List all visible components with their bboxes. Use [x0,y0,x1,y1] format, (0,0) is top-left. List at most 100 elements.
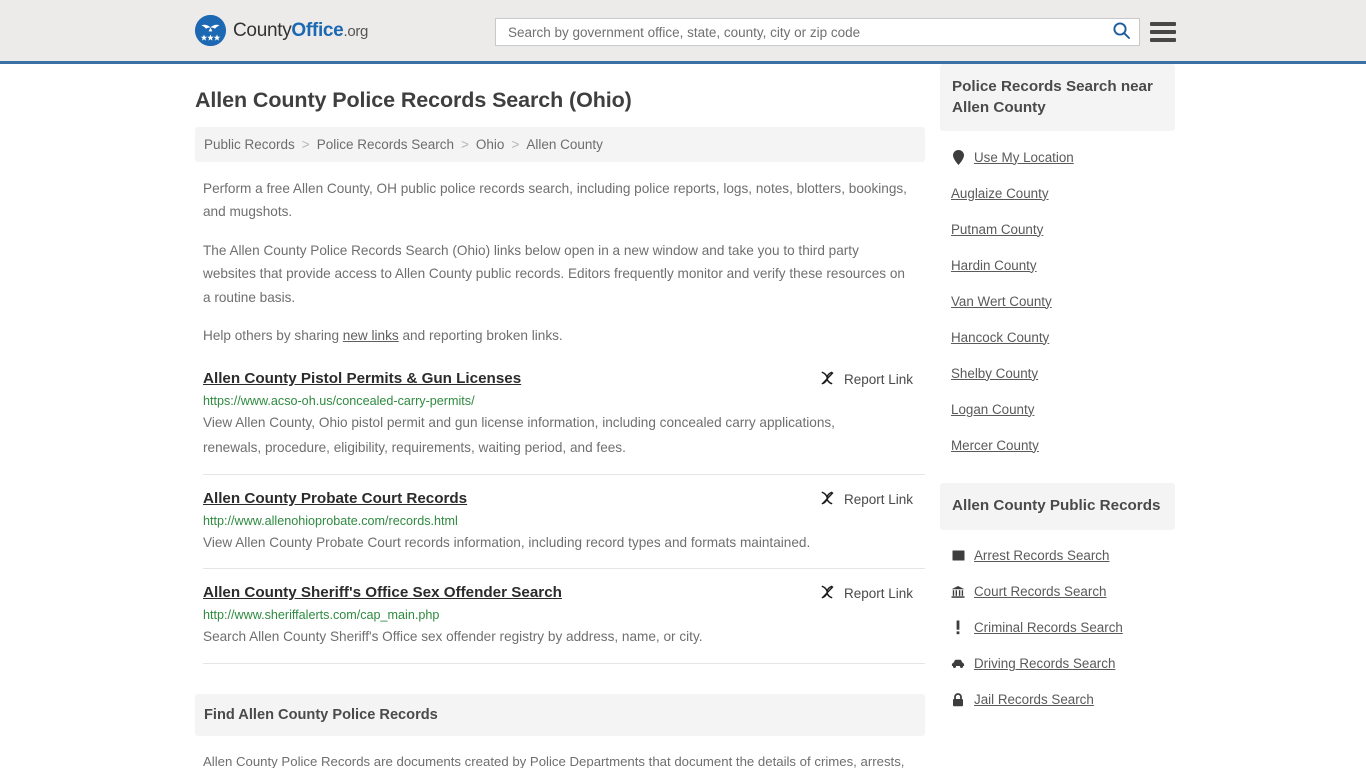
hamburger-bar [1150,38,1176,42]
search-button[interactable] [1110,21,1133,43]
search-icon [1112,21,1131,43]
sidebar-item-shelby-county[interactable]: Shelby County [940,355,1175,391]
sidebar-link-auglaize-county[interactable]: Auglaize County [951,186,1049,201]
result-item: Allen County Sheriff's Office Sex Offend… [203,583,925,665]
site-logo[interactable]: CountyOffice.org [195,15,368,46]
car-icon [951,656,965,671]
sidebar-item-arrest-records-search[interactable]: Arrest Records Search [940,538,1175,574]
breadcrumb-item-police-records-search[interactable]: Police Records Search [317,137,454,152]
broken-link-icon [820,584,836,603]
intro-p3-after: and reporting broken links. [398,327,563,343]
breadcrumb-separator: > [511,137,520,152]
new-links-link[interactable]: new links [343,328,399,343]
sidebar-link-driving-records-search[interactable]: Driving Records Search [974,656,1115,671]
search-input[interactable] [506,23,1110,41]
breadcrumb-separator: > [301,137,310,152]
intro-paragraph-3: Help others by sharing new links and rep… [195,324,925,347]
logo-wordmark: CountyOffice.org [233,20,368,42]
breadcrumb-item-ohio[interactable]: Ohio [476,137,505,152]
eagle-shield-logo-icon [195,15,226,46]
report-link-button[interactable]: Report Link [820,490,925,509]
result-title-link[interactable]: Allen County Probate Court Records [203,489,467,509]
result-description: View Allen County Probate Court records … [203,534,811,550]
search-bar[interactable] [495,18,1140,46]
intro-paragraph-2: The Allen County Police Records Search (… [203,242,905,305]
nearby-search-heading: Police Records Search near Allen County [940,64,1175,132]
report-link-label: Report Link [843,491,913,507]
logo-text-org: .org [343,22,369,40]
hamburger-bar [1150,22,1176,26]
sidebar-link-shelby-county[interactable]: Shelby County [951,366,1038,381]
hamburger-menu-icon[interactable] [1150,19,1176,45]
breadcrumb: Public Records > Police Records Search >… [195,127,925,162]
result-item: Allen County Pistol Permits & Gun Licens… [203,369,925,475]
result-description: Search Allen County Sheriff's Office sex… [203,629,703,645]
sidebar-item-putnam-county[interactable]: Putnam County [940,211,1175,247]
sidebar-link-jail-records-search[interactable]: Jail Records Search [974,692,1094,707]
site-header: CountyOffice.org [0,0,1366,64]
map-pin-icon [951,149,965,165]
result-header: Allen County Sheriff's Office Sex Offend… [203,583,925,603]
result-title-link[interactable]: Allen County Pistol Permits & Gun Licens… [203,369,521,389]
main-content: Allen County Police Records Search (Ohio… [195,64,925,768]
result-url[interactable]: https://www.acso-oh.us/concealed-carry-p… [203,394,925,408]
sidebar-link-mercer-county[interactable]: Mercer County [951,438,1039,453]
breadcrumb-item-allen-county: Allen County [526,137,603,152]
page-title: Allen County Police Records Search (Ohio… [195,88,632,112]
page-body: Allen County Police Records Search (Ohio… [0,64,1366,768]
sidebar-link-hardin-county[interactable]: Hardin County [951,258,1037,273]
fingerprint-icon [951,548,965,563]
find-records-heading-box: Find Allen County Police Records [195,694,925,737]
result-header: Allen County Pistol Permits & Gun Licens… [203,369,925,389]
report-link-button[interactable]: Report Link [820,584,925,603]
sidebar-link-putnam-county[interactable]: Putnam County [951,222,1043,237]
sidebar: Police Records Search near Allen County … [940,64,1175,718]
public-records-list: Arrest Records Search Court Records Sear… [940,538,1175,718]
exclamation-icon [951,620,965,635]
result-description: View Allen County, Ohio pistol permit an… [203,415,835,455]
sidebar-item-van-wert-county[interactable]: Van Wert County [940,283,1175,319]
report-link-button[interactable]: Report Link [820,370,925,389]
broken-link-icon [820,490,836,509]
logo-text-office: Office [291,19,344,41]
lock-icon [951,692,965,707]
intro-paragraph-1: Perform a free Allen County, OH public p… [203,181,907,220]
breadcrumb-separator: > [461,137,469,152]
sidebar-link-logan-county[interactable]: Logan County [951,402,1034,417]
result-item: Allen County Probate Court Records Repor… [203,489,925,570]
intro-p3-before: Help others by sharing [203,327,343,343]
sidebar-link-hancock-county[interactable]: Hancock County [951,330,1049,345]
courthouse-icon [951,584,965,599]
sidebar-link-criminal-records-search[interactable]: Criminal Records Search [974,620,1123,635]
result-title-link[interactable]: Allen County Sheriff's Office Sex Offend… [203,583,562,603]
find-records-body: Allen County Police Records are document… [203,754,905,768]
report-link-label: Report Link [843,586,913,602]
sidebar-item-court-records-search[interactable]: Court Records Search [940,574,1175,610]
sidebar-item-criminal-records-search[interactable]: Criminal Records Search [940,610,1175,646]
results-list: Allen County Pistol Permits & Gun Licens… [195,369,925,665]
sidebar-link-court-records-search[interactable]: Court Records Search [974,584,1106,599]
logo-text-county: County [233,19,292,41]
nearby-counties-list: Use My Location Auglaize County Putnam C… [940,139,1175,463]
result-url[interactable]: http://www.allenohioprobate.com/records.… [203,514,925,528]
sidebar-link-van-wert-county[interactable]: Van Wert County [951,294,1052,309]
sidebar-item-mercer-county[interactable]: Mercer County [940,427,1175,463]
sidebar-item-logan-county[interactable]: Logan County [940,391,1175,427]
public-records-heading: Allen County Public Records [940,483,1175,530]
result-header: Allen County Probate Court Records Repor… [203,489,925,509]
broken-link-icon [820,370,836,389]
sidebar-item-jail-records-search[interactable]: Jail Records Search [940,682,1175,718]
sidebar-item-driving-records-search[interactable]: Driving Records Search [940,646,1175,682]
sidebar-item-use-my-location[interactable]: Use My Location [940,139,1175,175]
sidebar-item-auglaize-county[interactable]: Auglaize County [940,175,1175,211]
breadcrumb-item-public-records[interactable]: Public Records [204,137,295,152]
content-container: Allen County Police Records Search (Ohio… [195,64,1185,768]
result-url[interactable]: http://www.sheriffalerts.com/cap_main.ph… [203,608,925,622]
hamburger-bar [1150,30,1176,34]
sidebar-link-arrest-records-search[interactable]: Arrest Records Search [974,548,1109,563]
sidebar-link-use-my-location[interactable]: Use My Location [974,150,1074,165]
sidebar-item-hancock-county[interactable]: Hancock County [940,319,1175,355]
sidebar-item-hardin-county[interactable]: Hardin County [940,247,1175,283]
report-link-label: Report Link [843,372,913,388]
